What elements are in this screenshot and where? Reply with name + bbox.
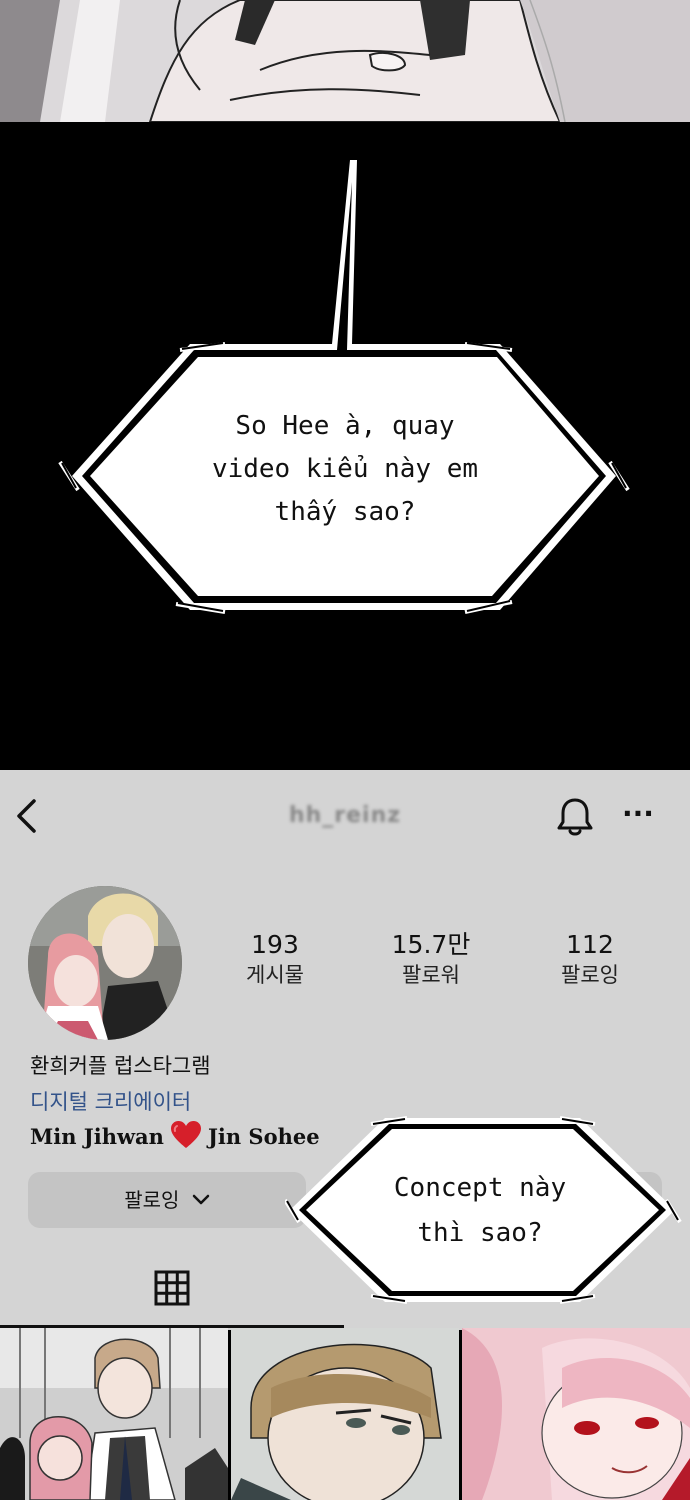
grid-icon — [154, 1270, 190, 1306]
speech-line: So Hee à, quay — [235, 411, 455, 441]
stat-label: 게시물 — [246, 963, 304, 987]
speech-line: video kiểu này em — [211, 454, 479, 484]
overlay-speech-bubble: Concept này thì sao? — [283, 1110, 685, 1310]
post-image — [231, 1328, 459, 1500]
profile-display-name: 환희커플 럽스타그램 — [30, 1054, 211, 1078]
post-grid — [0, 1328, 690, 1500]
post-thumbnail[interactable] — [0, 1328, 228, 1500]
more-dots-icon: ··· — [622, 797, 654, 830]
speech-line: Concept này — [393, 1173, 567, 1203]
more-options-button[interactable]: ··· — [622, 800, 660, 832]
post-image — [0, 1328, 228, 1500]
chevron-down-icon — [192, 1194, 210, 1205]
post-image — [462, 1328, 690, 1500]
speech-bubble-text: Concept này thì sao? — [355, 1166, 605, 1256]
profile-category[interactable]: 디지털 크리에이터 — [30, 1086, 191, 1116]
stat-value: 112 — [566, 930, 614, 959]
speech-bubble-text: So Hee à, quay video kiểu này em thấy sa… — [195, 405, 495, 534]
notifications-button[interactable] — [556, 796, 594, 838]
bell-icon — [557, 798, 593, 836]
stat-label: 팔로잉 — [561, 963, 619, 987]
post-thumbnail[interactable] — [462, 1328, 690, 1500]
stat-value: 193 — [251, 930, 299, 959]
hands-illustration — [0, 0, 690, 122]
profile-bio: Min Jihwan Jin Sohee — [30, 1120, 320, 1150]
avatar[interactable] — [28, 886, 182, 1040]
speech-line: thì sao? — [417, 1218, 543, 1248]
chevron-left-icon — [17, 799, 36, 833]
following-button[interactable]: 팔로잉 — [28, 1172, 306, 1228]
comic-panel-hands — [0, 0, 690, 122]
back-button[interactable] — [12, 795, 42, 837]
following-button-label: 팔로잉 — [124, 1188, 180, 1212]
stat-posts[interactable]: 193 게시물 — [215, 930, 335, 990]
stat-following[interactable]: 112 팔로잉 — [530, 930, 650, 990]
profile-username: hh_reinz — [288, 803, 402, 828]
heart-icon — [170, 1120, 202, 1150]
comic-panel-dialogue: So Hee à, quay video kiểu này em thấy sa… — [0, 122, 690, 770]
stat-value: 15.7만 — [391, 930, 471, 959]
tab-posts-grid[interactable] — [154, 1270, 190, 1306]
avatar-image — [28, 886, 182, 1040]
stat-label: 팔로워 — [402, 963, 460, 987]
stat-followers[interactable]: 15.7만 팔로워 — [371, 930, 491, 990]
bio-name-left: Min Jihwan — [30, 1124, 164, 1149]
post-thumbnail[interactable] — [231, 1328, 459, 1500]
speech-line: thấy sao? — [274, 497, 416, 527]
